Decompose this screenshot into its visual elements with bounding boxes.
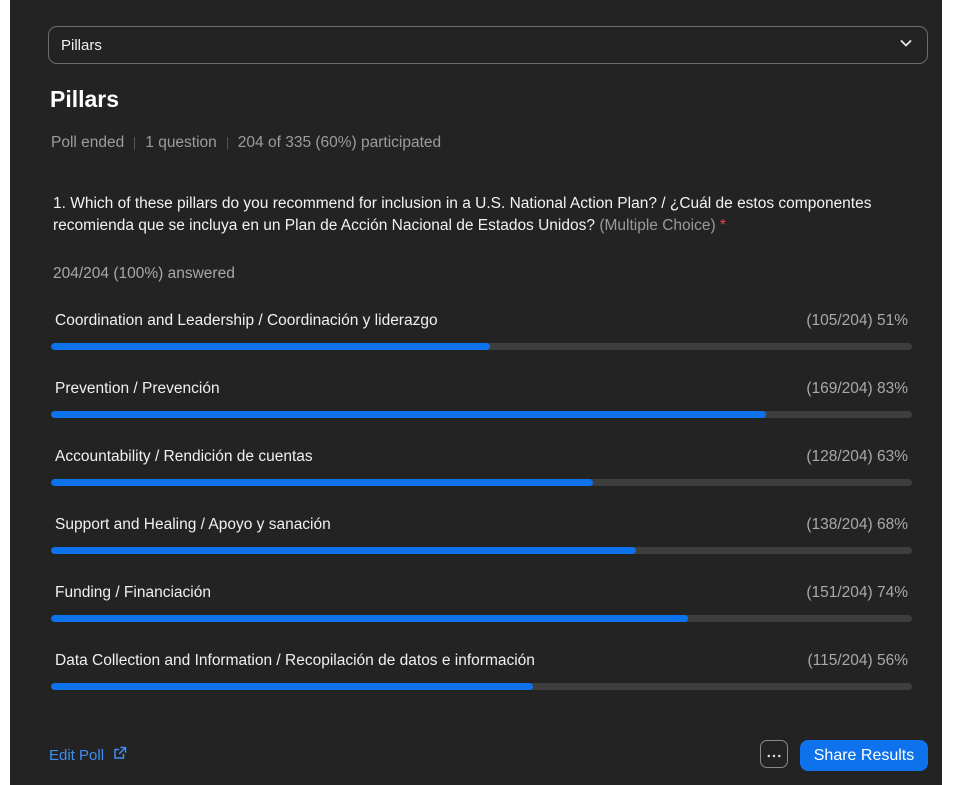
poll-status: Poll ended — [51, 134, 125, 151]
option-count: (128/204) 63% — [806, 448, 908, 465]
poll-results-panel: Pillars Pillars Poll ended 1 question 20… — [10, 0, 942, 785]
option-row: Accountability / Rendición de cuentas (1… — [51, 448, 912, 488]
option-row: Prevention / Prevención (169/204) 83% — [51, 380, 912, 420]
result-bar-track — [51, 411, 912, 418]
result-bar-fill — [51, 683, 534, 690]
option-row: Funding / Financiación (151/204) 74% — [51, 584, 912, 624]
poll-select-value: Pillars — [61, 36, 102, 54]
required-mark: * — [719, 217, 726, 234]
participation-stat: 204 of 335 (60%) participated — [237, 134, 442, 151]
result-bar-fill — [51, 411, 766, 418]
question-text-block: 1. Which of these pillars do you recomme… — [53, 193, 903, 237]
option-label: Prevention / Prevención — [55, 380, 220, 397]
result-bar-track — [51, 479, 912, 486]
option-row: Coordination and Leadership / Coordinaci… — [51, 312, 912, 352]
result-bar-track — [51, 615, 912, 622]
option-label: Accountability / Rendición de cuentas — [55, 448, 313, 465]
poll-meta: Poll ended 1 question 204 of 335 (60%) p… — [51, 134, 441, 152]
result-bar-fill — [51, 479, 594, 486]
option-label: Coordination and Leadership / Coordinaci… — [55, 312, 438, 329]
option-count: (105/204) 51% — [806, 312, 908, 329]
result-bar-track — [51, 343, 912, 350]
option-label: Data Collection and Information / Recopi… — [55, 652, 535, 669]
option-row: Data Collection and Information / Recopi… — [51, 652, 912, 692]
divider — [226, 136, 228, 150]
answered-stat: 204/204 (100%) answered — [53, 265, 235, 282]
more-options-button[interactable] — [760, 740, 788, 768]
share-results-button[interactable]: Share Results — [800, 740, 928, 771]
result-bar-fill — [51, 615, 689, 622]
result-bar-track — [51, 547, 912, 554]
more-icon — [767, 745, 781, 763]
option-count: (151/204) 74% — [806, 584, 908, 601]
question-count: 1 question — [145, 134, 217, 151]
result-bar-fill — [51, 547, 637, 554]
edit-poll-link[interactable]: Edit Poll — [49, 745, 128, 765]
option-row: Support and Healing / Apoyo y sanación (… — [51, 516, 912, 556]
option-count: (115/204) 56% — [807, 652, 908, 669]
poll-select-dropdown[interactable]: Pillars — [48, 26, 928, 64]
question-type: (Multiple Choice) — [599, 217, 716, 234]
question-text: 1. Which of these pillars do you recomme… — [53, 195, 872, 234]
result-bar-track — [51, 683, 912, 690]
option-label: Support and Healing / Apoyo y sanación — [55, 516, 331, 533]
option-count: (138/204) 68% — [806, 516, 908, 533]
external-link-icon — [112, 745, 128, 765]
poll-title: Pillars — [50, 86, 120, 112]
divider — [134, 136, 136, 150]
result-bar-fill — [51, 343, 491, 350]
edit-poll-label: Edit Poll — [49, 746, 105, 764]
chevron-down-icon — [899, 36, 913, 54]
option-count: (169/204) 83% — [806, 380, 908, 397]
option-label: Funding / Financiación — [55, 584, 211, 601]
